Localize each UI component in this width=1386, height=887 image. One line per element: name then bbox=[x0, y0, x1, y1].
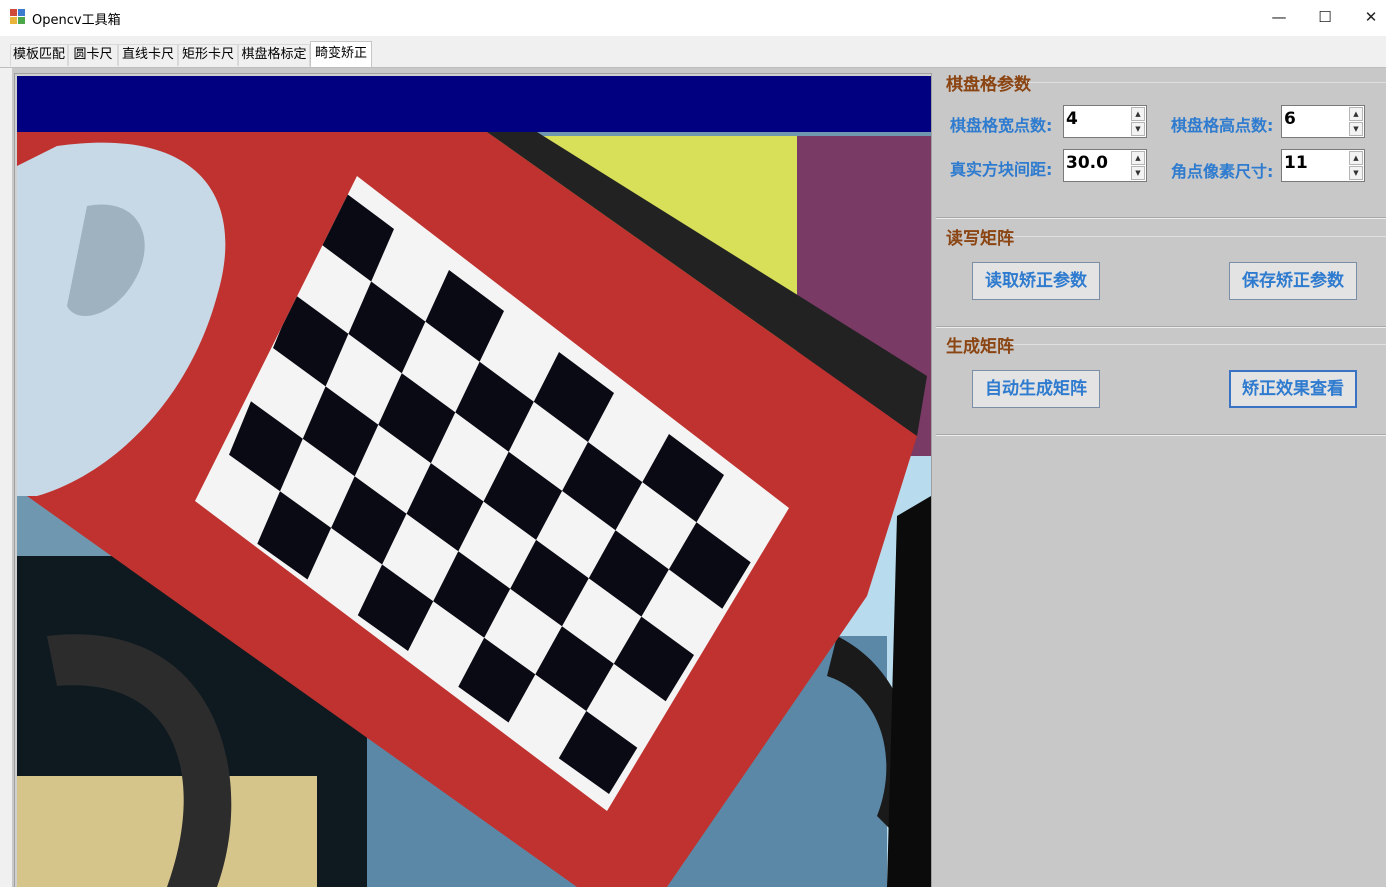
group-border bbox=[1012, 344, 1386, 345]
title-bar: Opencv工具箱 — ☐ ✕ bbox=[0, 0, 1386, 36]
corner-pixel-size-value[interactable]: 11 bbox=[1284, 153, 1308, 173]
spin-up-icon[interactable]: ▲ bbox=[1131, 107, 1145, 121]
height-points-value[interactable]: 6 bbox=[1284, 109, 1296, 129]
group-separator bbox=[936, 434, 1386, 436]
camera-image bbox=[17, 76, 931, 887]
tab-chessboard-calibration[interactable]: 棋盘格标定 bbox=[238, 44, 310, 66]
width-points-value[interactable]: 4 bbox=[1066, 109, 1078, 129]
auto-generate-matrix-button[interactable]: 自动生成矩阵 bbox=[972, 370, 1100, 408]
group-separator bbox=[936, 217, 1386, 219]
spinner-buttons: ▲ ▼ bbox=[1349, 107, 1363, 136]
control-panel: 棋盘格参数 棋盘格宽点数: 4 ▲ ▼ 棋盘格高点数: 6 ▲ ▼ 真实方块间距… bbox=[936, 68, 1386, 887]
spin-up-icon[interactable]: ▲ bbox=[1131, 151, 1145, 165]
width-points-spinner[interactable]: 4 ▲ ▼ bbox=[1063, 105, 1147, 138]
spinner-buttons: ▲ ▼ bbox=[1131, 151, 1145, 180]
spin-down-icon[interactable]: ▼ bbox=[1131, 166, 1145, 180]
top-band bbox=[17, 76, 931, 132]
window-title: Opencv工具箱 bbox=[32, 13, 121, 28]
height-points-spinner[interactable]: 6 ▲ ▼ bbox=[1281, 105, 1365, 138]
corner-pixel-size-spinner[interactable]: 11 ▲ ▼ bbox=[1281, 149, 1365, 182]
tab-template-matching[interactable]: 模板匹配 bbox=[10, 44, 68, 66]
close-button[interactable]: ✕ bbox=[1348, 0, 1386, 34]
maximize-button[interactable]: ☐ bbox=[1302, 0, 1348, 34]
square-spacing-spinner[interactable]: 30.0 ▲ ▼ bbox=[1063, 149, 1147, 182]
read-correction-params-button[interactable]: 读取矫正参数 bbox=[972, 262, 1100, 300]
label-corner-pixel-size: 角点像素尺寸: bbox=[1171, 162, 1274, 181]
spin-down-icon[interactable]: ▼ bbox=[1131, 122, 1145, 136]
minimize-button[interactable]: — bbox=[1256, 0, 1302, 34]
left-margin bbox=[0, 68, 12, 887]
label-width-points: 棋盘格宽点数: bbox=[950, 116, 1053, 135]
group-border bbox=[1012, 236, 1386, 237]
view-correction-result-button[interactable]: 矫正效果查看 bbox=[1229, 370, 1357, 408]
app-window-icon bbox=[10, 9, 26, 25]
group-title-generate-matrix: 生成矩阵 bbox=[946, 337, 1014, 357]
spin-down-icon[interactable]: ▼ bbox=[1349, 122, 1363, 136]
spinner-buttons: ▲ ▼ bbox=[1131, 107, 1145, 136]
label-square-spacing: 真实方块间距: bbox=[950, 160, 1053, 179]
tab-rect-caliper[interactable]: 矩形卡尺 bbox=[178, 44, 238, 66]
tab-distortion-correction[interactable]: 畸变矫正 bbox=[310, 41, 372, 67]
label-height-points: 棋盘格高点数: bbox=[1171, 116, 1274, 135]
tab-circle-caliper[interactable]: 圆卡尺 bbox=[68, 44, 118, 66]
spin-up-icon[interactable]: ▲ bbox=[1349, 151, 1363, 165]
group-title-read-write-matrix: 读写矩阵 bbox=[946, 229, 1014, 249]
group-title-chessboard-params: 棋盘格参数 bbox=[946, 75, 1031, 95]
save-correction-params-button[interactable]: 保存矫正参数 bbox=[1229, 262, 1357, 300]
spin-down-icon[interactable]: ▼ bbox=[1349, 166, 1363, 180]
tab-line-caliper[interactable]: 直线卡尺 bbox=[118, 44, 178, 66]
camera-image-box bbox=[14, 73, 932, 887]
tab-content: 棋盘格参数 棋盘格宽点数: 4 ▲ ▼ 棋盘格高点数: 6 ▲ ▼ 真实方块间距… bbox=[0, 67, 1386, 887]
spinner-buttons: ▲ ▼ bbox=[1349, 151, 1363, 180]
square-spacing-value[interactable]: 30.0 bbox=[1066, 153, 1108, 173]
spin-up-icon[interactable]: ▲ bbox=[1349, 107, 1363, 121]
group-border bbox=[1028, 82, 1386, 83]
tab-strip: 模板匹配 圆卡尺 直线卡尺 矩形卡尺 棋盘格标定 畸变矫正 bbox=[0, 36, 1386, 68]
group-separator bbox=[936, 326, 1386, 328]
